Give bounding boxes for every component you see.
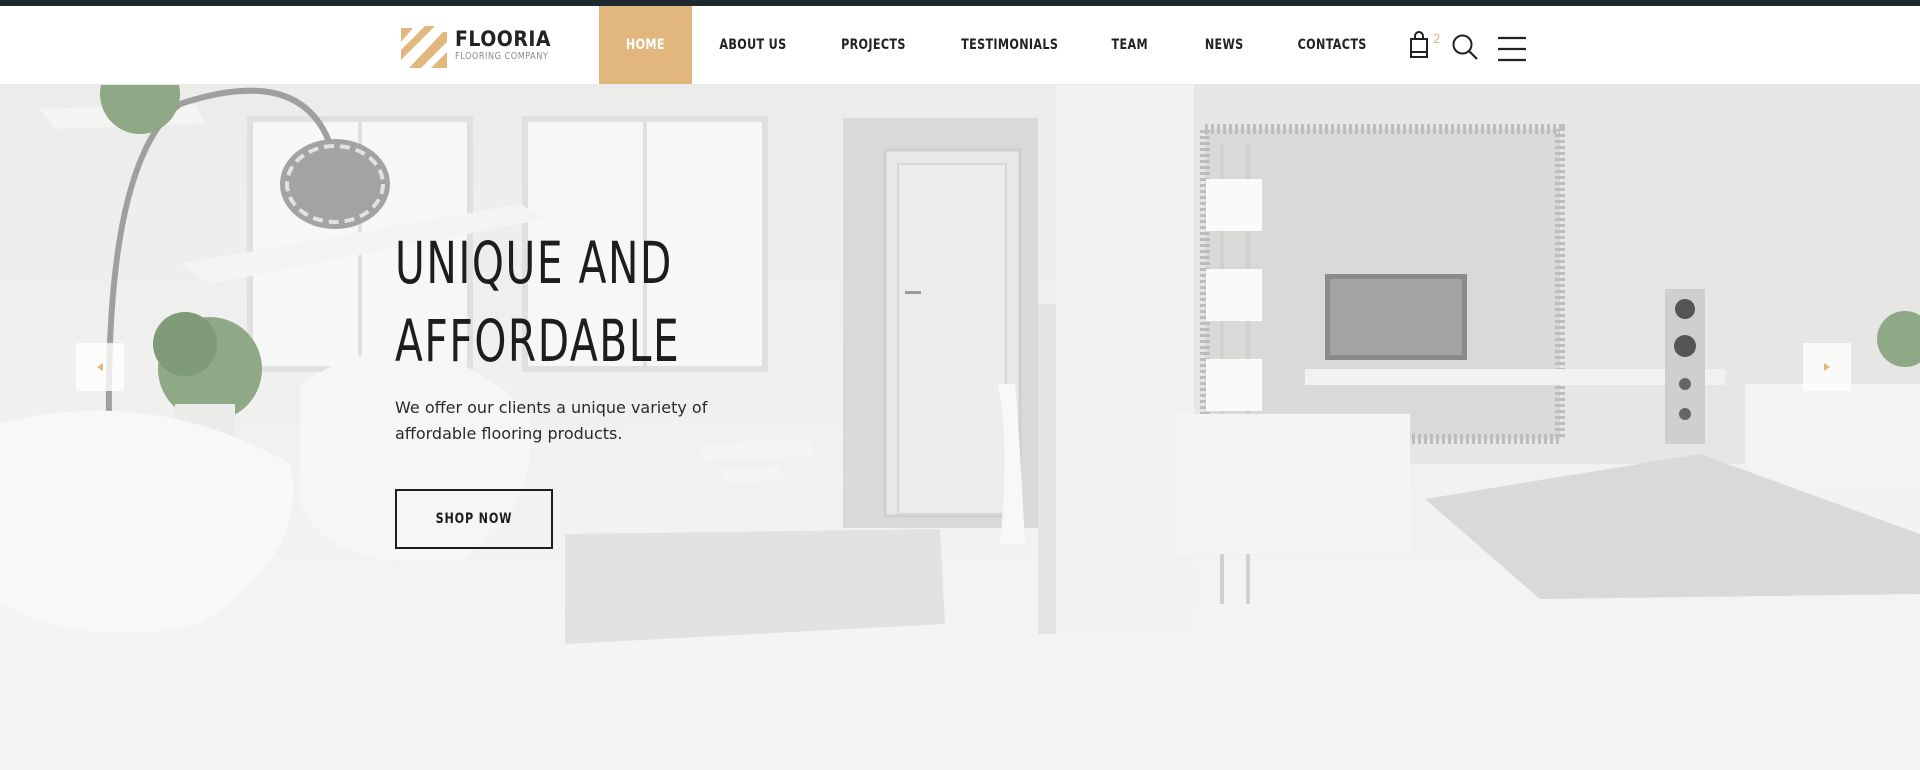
nav-item-projects[interactable]: PROJECTS (831, 6, 915, 84)
arrow-right-icon (1824, 363, 1830, 371)
search-icon[interactable] (1451, 33, 1479, 61)
hamburger-menu-icon[interactable] (1497, 36, 1527, 62)
nav-item-home[interactable]: HOME (599, 6, 692, 84)
floor-tiles-logo-icon (401, 26, 447, 68)
hero-description: We offer our clients a unique variety of… (395, 398, 708, 443)
hero-slider: UNIQUE AND AFFORDABLE We offer our clien… (0, 84, 1920, 770)
arrow-left-icon (97, 363, 103, 371)
hero-title: UNIQUE AND AFFORDABLE (395, 229, 681, 375)
site-header: FLOORIA FLOORING COMPANY HOME ABOUT US P… (0, 6, 1920, 85)
slider-prev-button[interactable] (76, 343, 124, 391)
brand-name: FLOORIA (455, 27, 552, 51)
brand-logo[interactable]: FLOORIA FLOORING COMPANY (401, 24, 569, 68)
nav-item-about-us[interactable]: ABOUT US (712, 6, 793, 84)
slider-next-button[interactable] (1803, 343, 1851, 391)
shop-now-button[interactable]: SHOP NOW (395, 489, 553, 549)
cart-count-badge: 2 (1433, 32, 1441, 46)
nav-item-team[interactable]: TEAM (1104, 6, 1156, 84)
shopping-bag-icon[interactable] (1408, 30, 1430, 60)
nav-item-news[interactable]: NEWS (1193, 6, 1255, 84)
nav-item-contacts[interactable]: CONTACTS (1291, 6, 1373, 84)
nav-item-testimonials[interactable]: TESTIMONIALS (954, 6, 1066, 84)
brand-tagline: FLOORING COMPANY (455, 51, 549, 62)
living-room-background-image (0, 84, 1920, 770)
